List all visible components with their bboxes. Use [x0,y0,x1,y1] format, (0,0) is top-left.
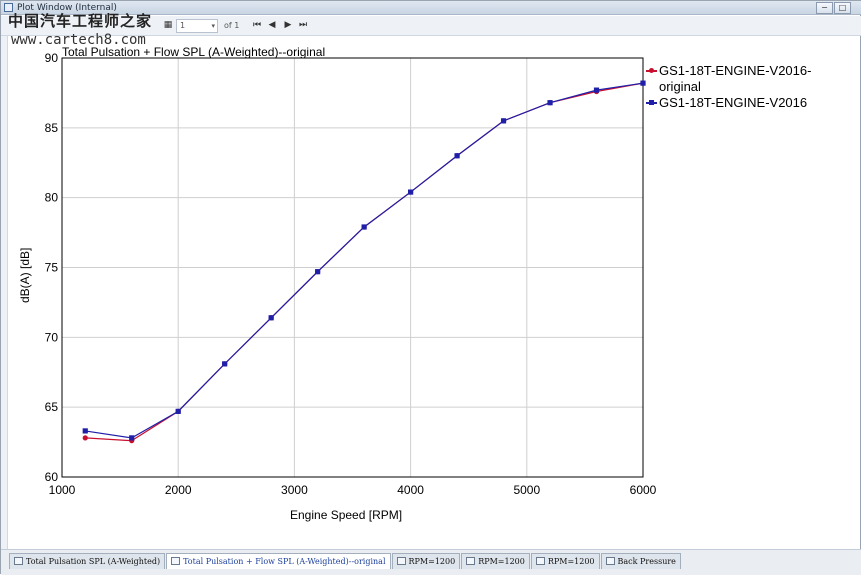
tab-label: Back Pressure [617,557,676,566]
legend-line-v2016 [646,100,657,105]
data-point-1 [408,189,414,195]
axis-ticks: 1000 2000 3000 4000 5000 6000 60 65 70 75 80 85 90 [45,51,657,497]
tab-5[interactable]: Back Pressure [600,553,681,569]
data-point-1 [547,100,553,106]
legend-item-v2016: GS1-18T-ENGINE-V2016 [646,95,846,111]
legend-label: GS1-18T-ENGINE-V2016 [659,95,808,110]
tab-4[interactable]: RPM=1200 [530,553,600,569]
tab-label: RPM=1200 [478,557,525,566]
series-line-1 [85,82,644,439]
data-point-1 [82,428,88,434]
legend-line-original [646,68,657,73]
data-point-1 [222,361,228,367]
data-point-1 [315,269,321,275]
x-tick-label: 4000 [397,483,424,497]
plot-tab-icon [14,557,23,565]
plot-tab-icon [535,557,545,565]
tab-label: RPM=1200 [408,557,456,566]
tab-bar: Total Pulsation SPL (A-Weighted) Total Pu… [1,549,861,575]
series-line-0 [85,82,644,442]
tab-label: RPM=1200 [547,557,595,566]
data-point-1 [268,315,274,321]
chart-legend: GS1-18T-ENGINE-V2016- original GS1-18T-E… [646,63,846,111]
tab-label: Total Pulsation SPL (A-Weighted) [26,557,161,566]
x-tick-label: 5000 [513,483,540,497]
data-point-1 [361,224,367,230]
data-point-1 [129,435,135,441]
legend-label: GS1-18T-ENGINE-V2016- [659,63,812,78]
data-point-1 [175,408,181,414]
x-axis-label: Engine Speed [RPM] [290,508,403,522]
y-tick-label: 85 [45,121,59,135]
tab-1[interactable]: Total Pulsation + Flow SPL (A-Weighted)-… [166,553,391,569]
tab-0[interactable]: Total Pulsation SPL (A-Weighted) [9,553,166,569]
chart-series [82,80,646,444]
legend-item-original: GS1-18T-ENGINE-V2016- original [646,63,846,95]
plot-tab-icon [605,557,615,565]
x-tick-label: 3000 [281,483,308,497]
tab-label: Total Pulsation + Flow SPL (A-Weighted)-… [183,557,386,566]
plot-window: Plot Window (Internal) − □ ▦ 1 ▾ of 1 ⏮ … [0,0,861,575]
legend-label-cont: original [659,79,701,94]
data-point-1 [640,80,646,86]
y-tick-label: 65 [45,400,59,414]
plot-tab-icon [171,557,181,565]
x-tick-label: 6000 [630,483,657,497]
y-tick-label: 75 [45,261,59,275]
y-tick-label: 70 [45,330,59,344]
x-tick-label: 2000 [165,483,192,497]
y-tick-label: 90 [45,51,59,65]
data-point-1 [454,153,460,159]
chart-grid [61,57,644,478]
plot-tab-icon [396,557,406,565]
data-point-1 [500,118,507,124]
data-point-1 [593,87,600,93]
y-axis-label: dB(A) [dB] [18,247,32,303]
tab-strip: Total Pulsation SPL (A-Weighted) Total Pu… [9,553,682,570]
y-tick-label: 80 [45,191,59,205]
data-point-0 [82,435,88,441]
plot-tab-icon [466,557,476,565]
tab-3[interactable]: RPM=1200 [461,553,530,569]
x-tick-label: 1000 [49,483,76,497]
y-tick-label: 60 [45,470,59,484]
tab-2[interactable]: RPM=1200 [391,553,461,569]
